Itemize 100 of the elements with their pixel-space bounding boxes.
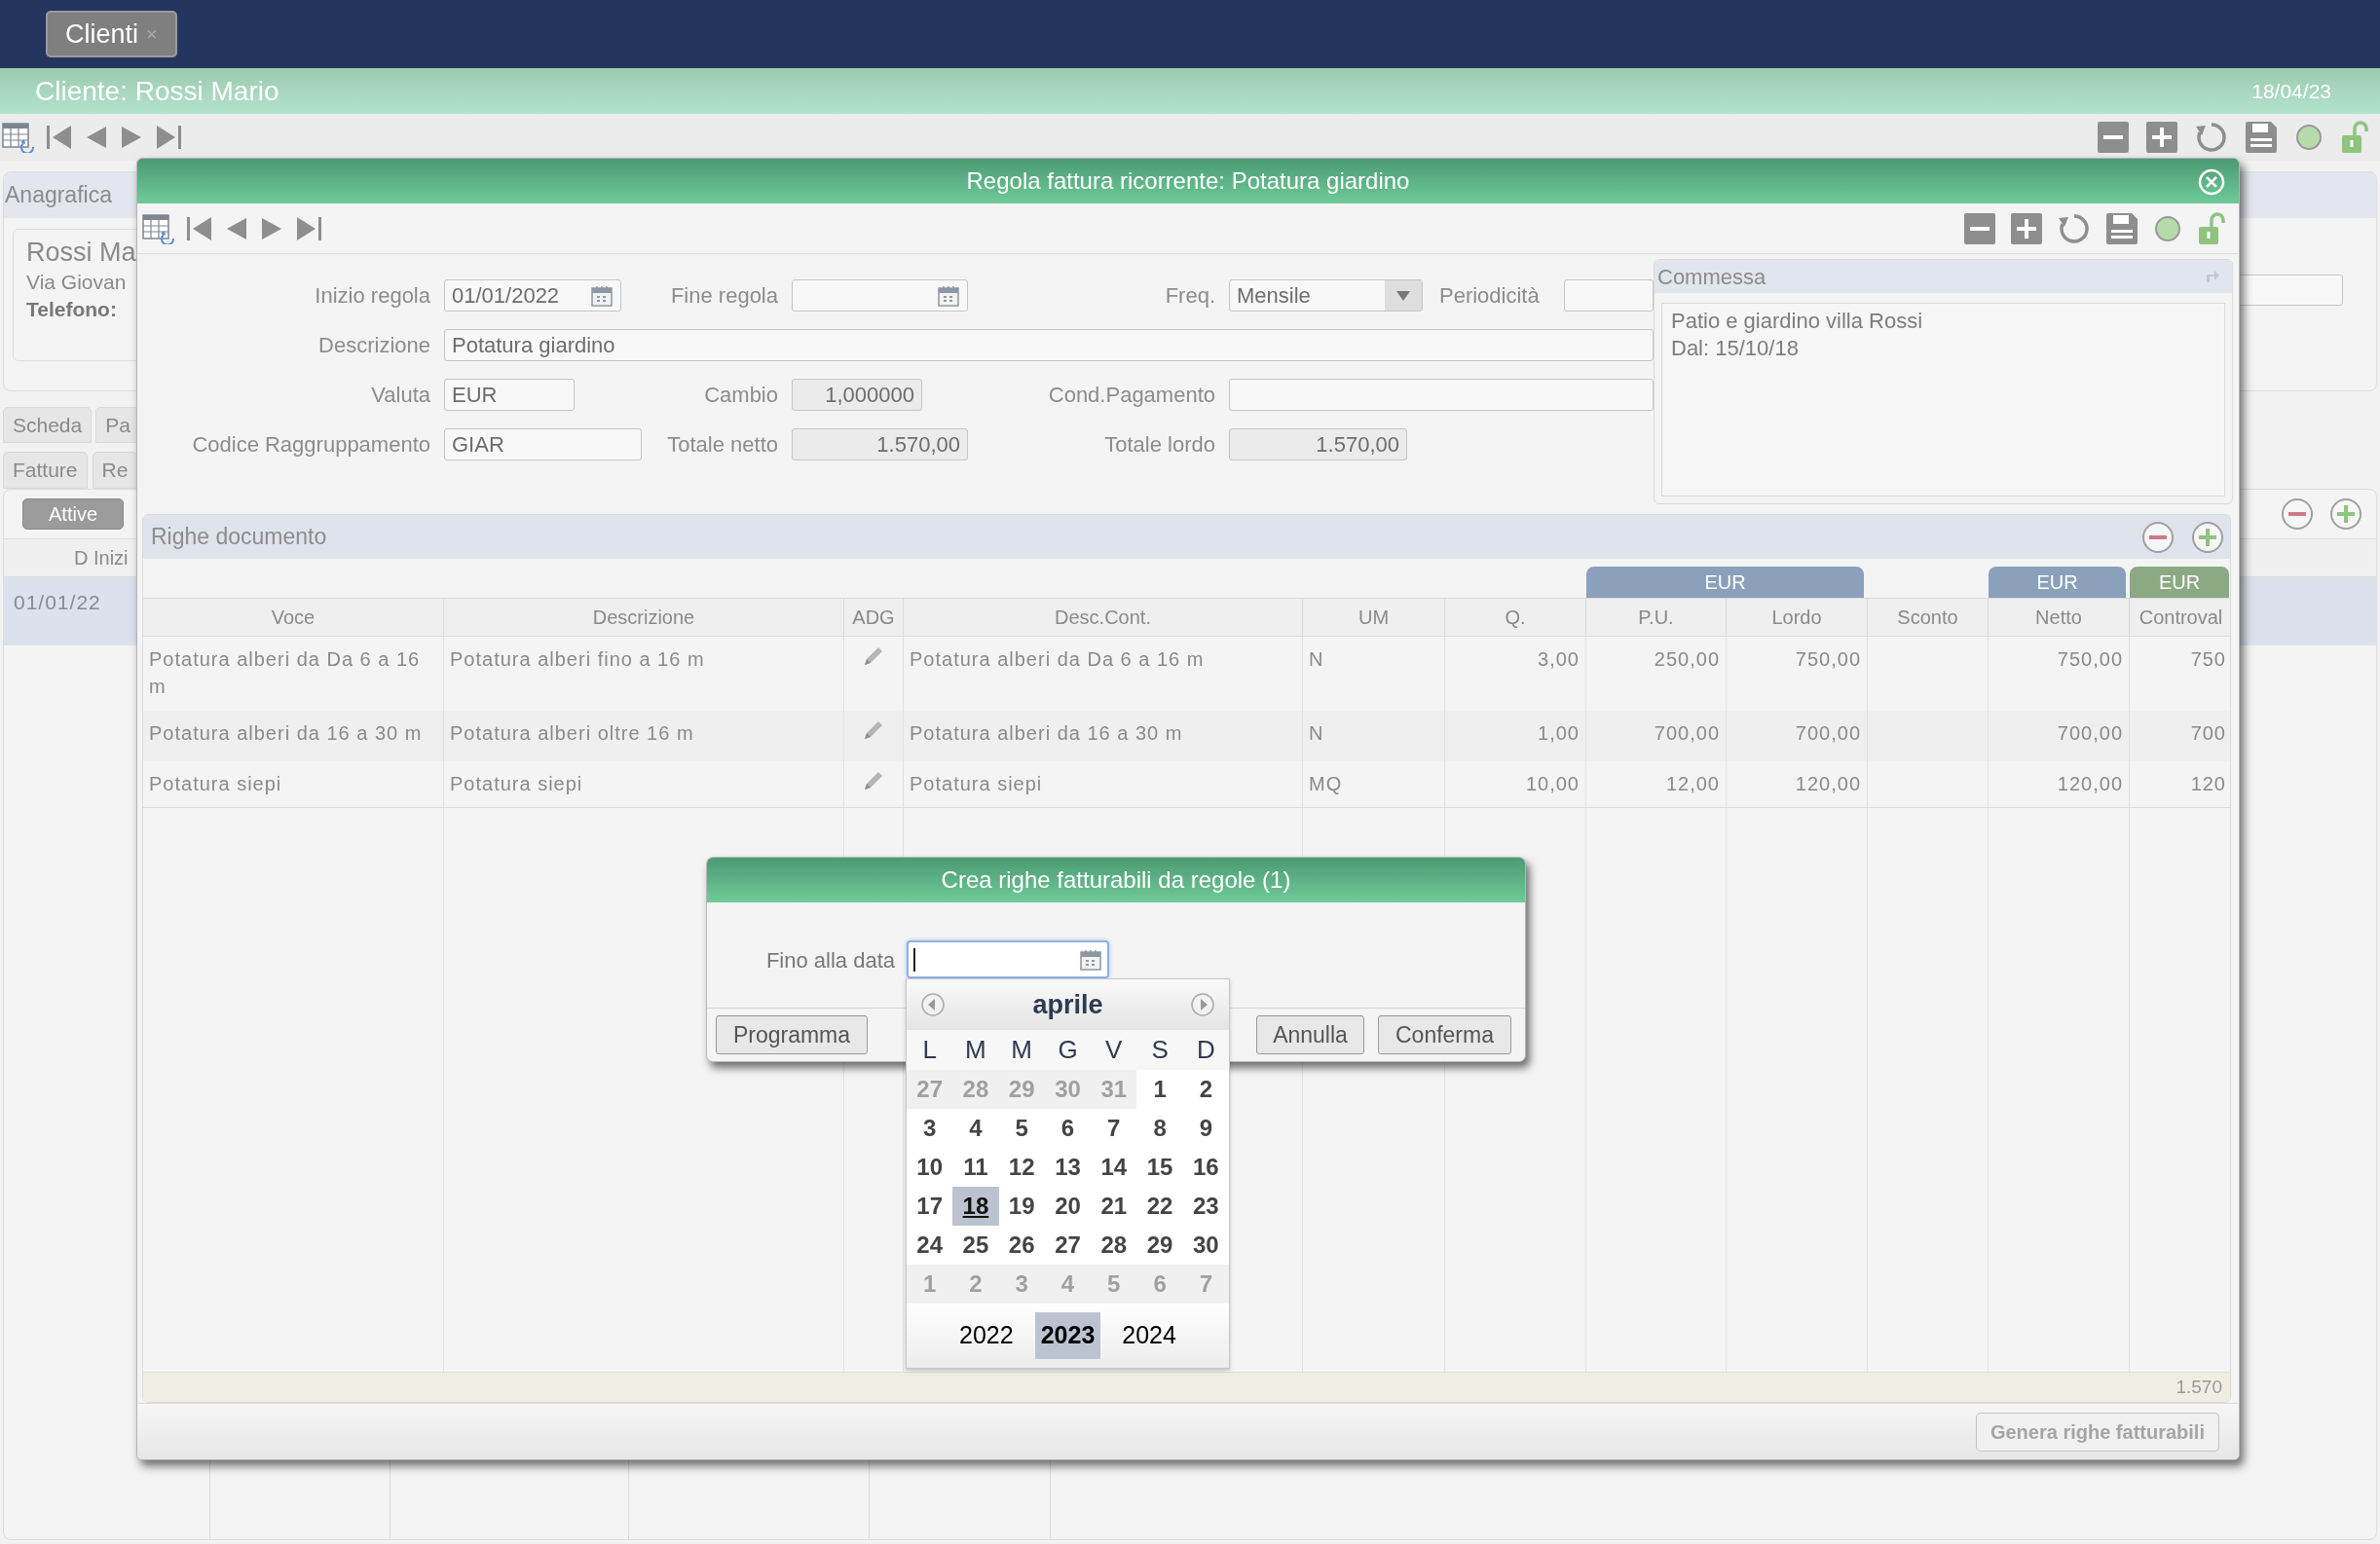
- plus-icon[interactable]: [2146, 122, 2177, 153]
- table-cell-text: Potatura alberi fino a 16 m: [450, 647, 705, 672]
- table-cell-text: 120,00: [2057, 772, 2123, 796]
- calendar-day[interactable]: 15: [1136, 1148, 1183, 1187]
- add-row-icon[interactable]: [2191, 520, 2224, 554]
- remove-row-icon[interactable]: [2141, 520, 2175, 554]
- input-field[interactable]: EUR: [444, 379, 575, 411]
- calendar-day[interactable]: 4: [952, 1109, 999, 1148]
- pencil-icon[interactable]: [863, 645, 884, 667]
- save-icon[interactable]: [2106, 212, 2138, 244]
- input-field[interactable]: Potatura giardino: [444, 329, 1654, 361]
- field-label: Periodicità: [1439, 282, 1540, 310]
- calendar-day[interactable]: 3: [907, 1109, 953, 1148]
- weekday-label: D: [1195, 1034, 1216, 1066]
- input-field[interactable]: 1.570,00: [792, 428, 968, 460]
- year-option[interactable]: 2022: [953, 1312, 1020, 1359]
- calendar-icon[interactable]: [591, 284, 613, 307]
- client-name: Rossi Ma: [26, 237, 137, 269]
- column-header: Voce: [143, 599, 444, 636]
- clienti-tab[interactable]: Clienti ×: [46, 11, 177, 57]
- minus-icon[interactable]: [1964, 212, 1995, 244]
- calendar-day[interactable]: 13: [1044, 1148, 1092, 1187]
- calendar-day[interactable]: 1: [1136, 1070, 1183, 1109]
- padlock-icon[interactable]: [2341, 121, 2368, 154]
- calendar-day[interactable]: 14: [1091, 1148, 1137, 1187]
- calendar-day[interactable]: 25: [952, 1226, 999, 1265]
- calendar-day[interactable]: 11: [952, 1148, 999, 1187]
- caret-icon[interactable]: [1395, 289, 1411, 302]
- refresh-icon[interactable]: [2058, 211, 2091, 245]
- pencil-icon[interactable]: [863, 719, 884, 741]
- calendar-day[interactable]: 22: [1136, 1187, 1183, 1226]
- refresh-icon[interactable]: [2195, 121, 2228, 154]
- calendar-day[interactable]: 23: [1182, 1187, 1229, 1226]
- calendar-day[interactable]: 30: [1182, 1226, 1229, 1265]
- calendar-day[interactable]: 7: [1091, 1109, 1137, 1148]
- pencil-icon[interactable]: [863, 770, 884, 791]
- table-cell-text: 700: [2190, 721, 2226, 746]
- table-cell-text: 700,00: [1795, 721, 1861, 746]
- table-icon[interactable]: [142, 212, 175, 244]
- dialog-button[interactable]: Annulla: [1256, 1015, 1364, 1054]
- column-header: Netto: [1989, 599, 2130, 636]
- table-cell-text: Potatura siepi: [910, 772, 1043, 796]
- first-record-icon[interactable]: [45, 123, 74, 152]
- calendar-day[interactable]: 12: [998, 1148, 1045, 1187]
- calendar-day[interactable]: 28: [1091, 1226, 1137, 1265]
- column-header: Q.: [1445, 599, 1586, 636]
- calendar-day[interactable]: 20: [1044, 1187, 1092, 1226]
- calendar-day[interactable]: 8: [1136, 1109, 1183, 1148]
- date-field[interactable]: [907, 940, 1109, 978]
- minus-icon[interactable]: [2098, 122, 2129, 153]
- calendar-day[interactable]: 24: [907, 1226, 953, 1265]
- client-address: Via Giovan: [26, 270, 128, 295]
- calendar-day[interactable]: 18: [952, 1187, 999, 1226]
- add-row-icon[interactable]: [2329, 497, 2362, 531]
- date-field[interactable]: [792, 279, 968, 312]
- padlock-icon[interactable]: [2198, 211, 2225, 245]
- dialog-title: Regola fattura ricorrente: Potatura giardino: [966, 166, 1410, 196]
- date-field[interactable]: 01/01/2022: [444, 279, 621, 312]
- programma-button[interactable]: Programma: [716, 1015, 868, 1054]
- table-cell-text: N: [1309, 647, 1324, 672]
- total-value: 1.570: [2175, 1375, 2222, 1399]
- last-record-icon[interactable]: [154, 123, 183, 152]
- next-month-icon[interactable]: [1190, 992, 1215, 1017]
- table-icon[interactable]: [2, 122, 35, 153]
- calendar-day[interactable]: 29: [1136, 1226, 1183, 1265]
- calendar-day[interactable]: 27: [1044, 1226, 1092, 1265]
- table-cell-text: 700,00: [1654, 721, 1720, 746]
- table-cell-text: 750,00: [2057, 647, 2123, 672]
- calendar-icon[interactable]: [1080, 948, 1101, 971]
- calendar-day[interactable]: 17: [907, 1187, 953, 1226]
- input-field[interactable]: [1229, 379, 1654, 411]
- column-header: D Inizi: [74, 546, 129, 570]
- calendar-day[interactable]: 21: [1091, 1187, 1137, 1226]
- remove-row-icon[interactable]: [2281, 497, 2314, 531]
- calendar-day[interactable]: 10: [907, 1148, 953, 1187]
- field-label: Freq.: [1165, 282, 1215, 310]
- column-header: Sconto: [1868, 599, 1989, 636]
- field-label: Fino alla data: [765, 947, 895, 974]
- field-label: Cond.Pagamento: [1048, 382, 1215, 409]
- input-field[interactable]: [1564, 279, 1654, 312]
- dialog-button[interactable]: Conferma: [1378, 1015, 1511, 1054]
- year-option[interactable]: 2024: [1116, 1312, 1182, 1359]
- calendar-day[interactable]: 16: [1182, 1148, 1229, 1187]
- input-field[interactable]: 1.570,00: [1229, 428, 1407, 460]
- calendar-day[interactable]: 19: [998, 1187, 1045, 1226]
- header-date: 18/04/23: [2251, 78, 2331, 104]
- previous-month-icon[interactable]: [920, 992, 946, 1017]
- calendar-day[interactable]: 5: [998, 1109, 1045, 1148]
- close-icon[interactable]: [2198, 168, 2225, 196]
- year-option[interactable]: 2023: [1034, 1312, 1101, 1359]
- calendar-day[interactable]: 26: [998, 1226, 1045, 1265]
- calendar-icon[interactable]: [938, 284, 959, 307]
- save-icon[interactable]: [2246, 122, 2277, 153]
- input-field[interactable]: GIAR: [444, 428, 642, 460]
- calendar-day[interactable]: 6: [1044, 1109, 1092, 1148]
- plus-icon[interactable]: [2011, 212, 2042, 244]
- calendar-day[interactable]: 2: [1182, 1070, 1229, 1109]
- input-field[interactable]: 1,000000: [792, 379, 922, 411]
- calendar-day[interactable]: 9: [1182, 1109, 1229, 1148]
- select-field[interactable]: Mensile: [1229, 279, 1423, 312]
